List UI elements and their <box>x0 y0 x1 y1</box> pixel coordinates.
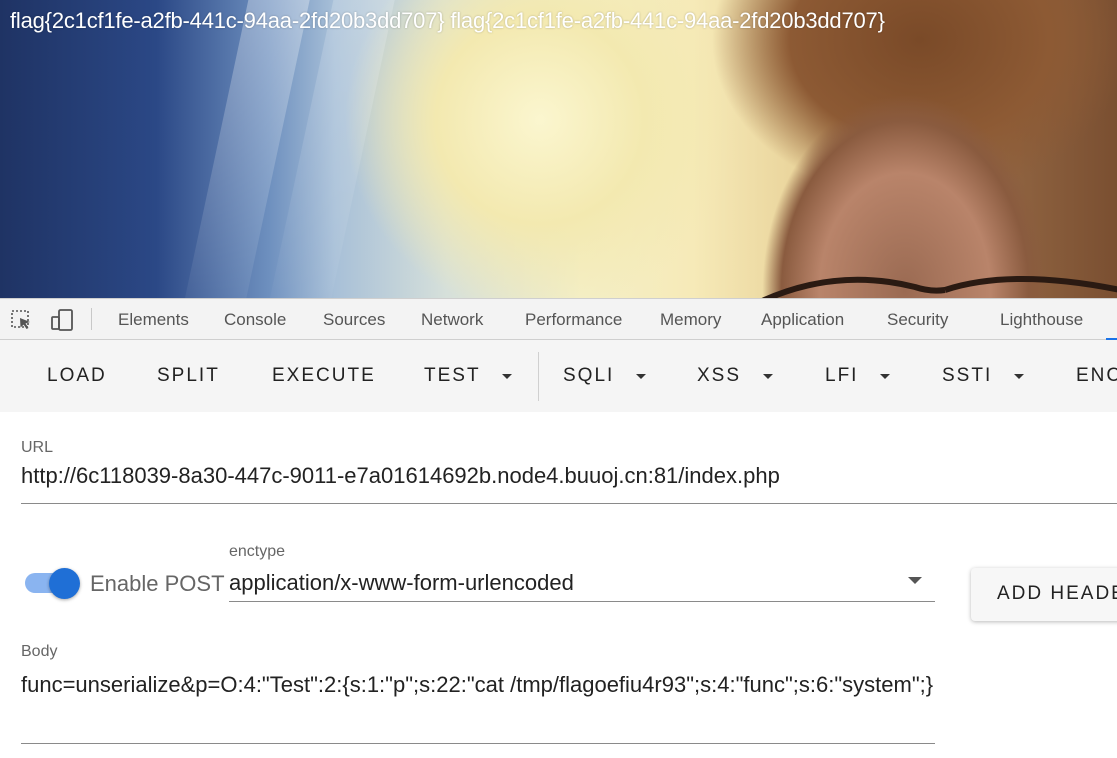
lfi-menu-button[interactable]: LFI <box>825 365 858 387</box>
devtools-tab-bar: Elements Console Sources Network Perform… <box>0 298 1117 340</box>
tab-network[interactable]: Network <box>421 310 483 330</box>
tab-sources[interactable]: Sources <box>323 310 385 330</box>
tab-performance[interactable]: Performance <box>525 310 622 330</box>
execute-button[interactable]: EXECUTE <box>272 365 376 387</box>
flag-output-text: flag{2c1cf1fe-a2fb-441c-94aa-2fd20b3dd70… <box>10 8 885 33</box>
enable-post-label: Enable POST <box>90 571 225 596</box>
inspect-element-icon[interactable] <box>10 309 34 331</box>
url-input[interactable]: http://6c118039-8a30-447c-9011-e7a016146… <box>21 463 780 489</box>
url-label: URL <box>21 439 54 456</box>
chevron-down-icon <box>636 374 646 379</box>
tab-elements[interactable]: Elements <box>118 310 189 330</box>
tab-lighthouse[interactable]: Lighthouse <box>1000 310 1083 330</box>
body-label: Body <box>21 643 58 660</box>
glasses-image <box>761 276 1117 298</box>
tab-separator <box>91 308 92 330</box>
chevron-down-icon <box>880 374 890 379</box>
add-header-label: ADD HEADE <box>997 583 1117 604</box>
tab-security[interactable]: Security <box>887 310 948 330</box>
device-toolbar-icon[interactable] <box>50 309 74 331</box>
add-header-button[interactable]: ADD HEADE <box>971 568 1117 621</box>
tab-application[interactable]: Application <box>761 310 844 330</box>
sqli-menu-button[interactable]: SQLI <box>563 365 614 387</box>
enctype-select[interactable]: application/x-www-form-urlencoded <box>229 570 574 596</box>
chevron-down-icon <box>502 374 512 379</box>
tab-memory[interactable]: Memory <box>660 310 721 330</box>
page-viewport: flag{2c1cf1fe-a2fb-441c-94aa-2fd20b3dd70… <box>0 0 1117 298</box>
chevron-down-icon <box>1014 374 1024 379</box>
hackbar-toolbar: LOAD SPLIT EXECUTE TEST SQLI XSS LFI SST… <box>0 340 1117 412</box>
body-textarea[interactable]: func=unserialize&p=O:4:"Test":2:{s:1:"p"… <box>21 664 941 706</box>
encoding-menu-button[interactable]: ENC <box>1076 365 1117 387</box>
test-menu-button[interactable]: TEST <box>424 365 481 387</box>
load-button[interactable]: LOAD <box>47 365 107 387</box>
enctype-select-underline <box>229 601 935 602</box>
chevron-down-icon <box>763 374 773 379</box>
tab-console[interactable]: Console <box>224 310 286 330</box>
toolbar-divider <box>538 352 539 401</box>
enctype-label: enctype <box>229 543 286 560</box>
xss-menu-button[interactable]: XSS <box>697 365 741 387</box>
body-textarea-underline <box>21 743 935 744</box>
url-input-underline <box>21 503 1117 504</box>
split-button[interactable]: SPLIT <box>157 365 220 387</box>
dropdown-arrow-icon[interactable] <box>908 577 922 584</box>
ssti-menu-button[interactable]: SSTI <box>942 365 992 387</box>
enable-post-toggle-knob[interactable] <box>49 568 80 599</box>
